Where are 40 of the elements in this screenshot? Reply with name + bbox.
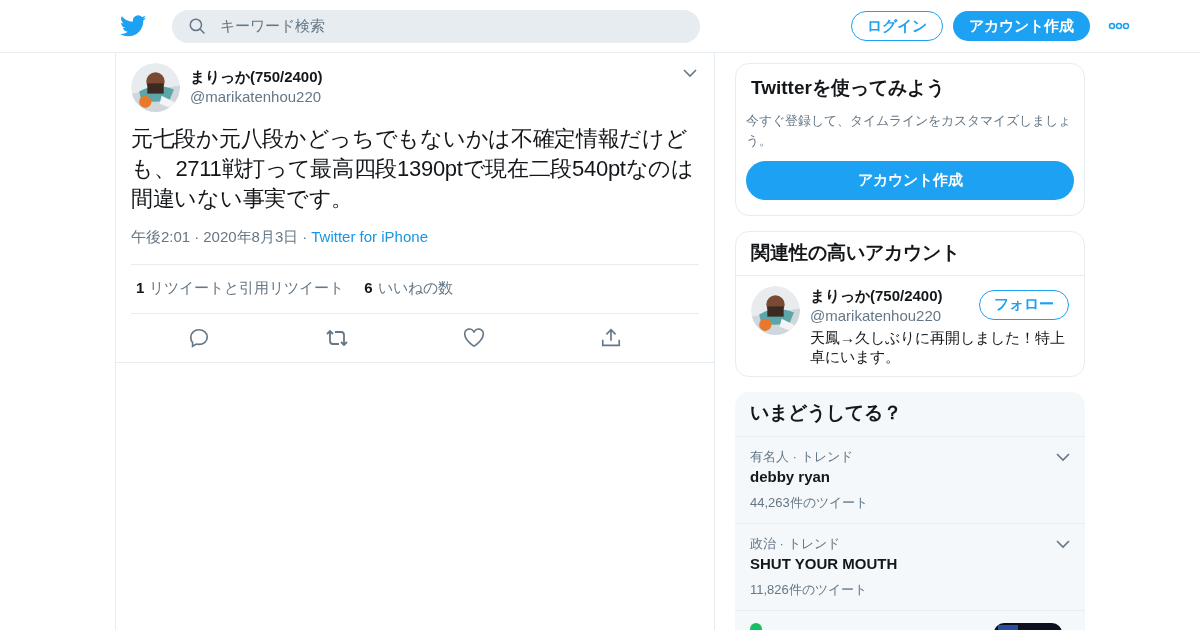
user-name[interactable]: まりっか(750/2400) xyxy=(190,67,673,87)
tweet-text: 元七段か元八段かどっちでもないかは不確定情報だけども、2711戦打って最高四段1390ptで現在二段540ptなのは間違いない事実です。 xyxy=(131,125,695,213)
trend-item[interactable]: 政治 · トレンド SHUT YOUR MOUTH 11,826件のツイート xyxy=(735,523,1085,611)
trend-item[interactable]: 有名人 · トレンド debby ryan 44,263件のツイート xyxy=(735,436,1085,524)
user-handle[interactable]: @marikatenhou220 xyxy=(190,87,673,107)
tweet-time: 午後2:01 xyxy=(131,227,191,247)
signup-button[interactable]: アカウント作成 xyxy=(746,160,1074,200)
search-bar[interactable]: キーワード検索 xyxy=(172,9,700,43)
trend-count: 44,263件のツイート xyxy=(750,493,869,512)
signup-button[interactable]: アカウント作成 xyxy=(953,11,1090,41)
stat-count[interactable]: 6 xyxy=(364,277,373,300)
stat-label[interactable]: いいねの数 xyxy=(377,277,453,300)
stat-label[interactable]: リツイートと引用リツイート xyxy=(149,277,345,300)
heart-icon[interactable] xyxy=(463,327,486,348)
card-title: いまどうしてる？ xyxy=(735,391,1085,437)
trend-count: 11,826件のツイート xyxy=(750,580,868,599)
trend-name: debby ryan xyxy=(750,466,832,487)
user-bio: 天鳳→久しぶりに再開しました！特上卓にいます。 xyxy=(810,327,1066,366)
share-icon[interactable] xyxy=(599,326,622,349)
search-field[interactable]: キーワード検索 xyxy=(220,14,684,38)
separator-dot: · xyxy=(302,227,308,247)
card-title: 関連性の高いアカウント xyxy=(736,231,1084,276)
bird-logo[interactable] xyxy=(120,15,146,37)
stat-count[interactable]: 1 xyxy=(136,277,145,300)
search-icon xyxy=(188,17,206,35)
tweet-date: 2020年8月3日 xyxy=(203,227,299,247)
user-handle[interactable]: @marikatenhou220 xyxy=(810,305,979,326)
trend-context: 有名人 · トレンド xyxy=(750,447,854,466)
more-icon[interactable] xyxy=(1108,22,1130,30)
reply-icon[interactable] xyxy=(188,326,211,349)
caret-icon[interactable] xyxy=(1056,539,1070,549)
caret-icon[interactable] xyxy=(683,69,697,78)
card-title: Twitterを使ってみよう xyxy=(750,76,946,100)
trend-name: SHUT YOUR MOUTH xyxy=(750,553,899,574)
separator-dot: · xyxy=(194,227,200,247)
trend-context: 政治 · トレンド xyxy=(750,534,841,553)
card-text: 今すぐ登録して、タイムラインをカスタマイズしましょう。 xyxy=(746,111,1072,150)
caret-icon[interactable] xyxy=(1056,452,1070,462)
source-link[interactable]: Twitter for iPhone xyxy=(311,226,428,249)
user-name[interactable]: まりっか(750/2400) xyxy=(810,285,979,306)
